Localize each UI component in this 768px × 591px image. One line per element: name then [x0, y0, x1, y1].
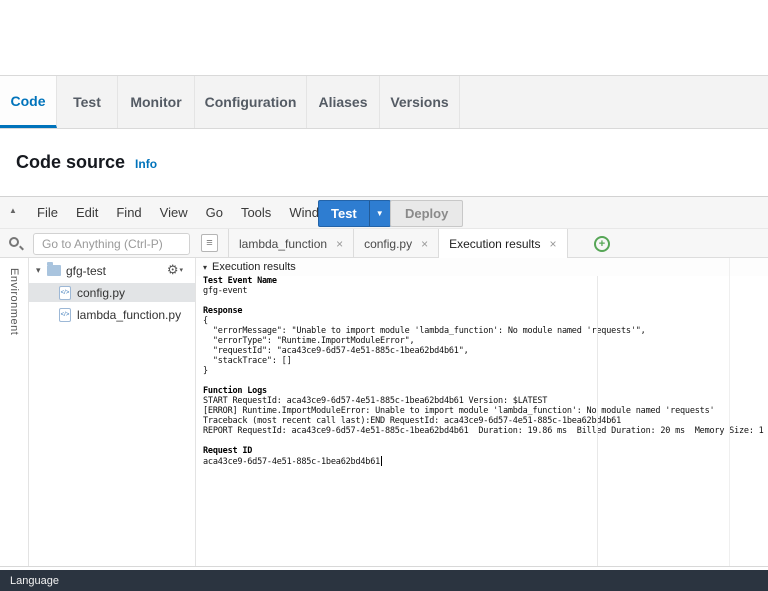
tab-test[interactable]: Test [57, 76, 118, 128]
menu-edit[interactable]: Edit [67, 197, 107, 229]
print-margin-ruler [597, 276, 598, 566]
menu-view[interactable]: View [151, 197, 197, 229]
chevron-down-icon[interactable]: ▾ [36, 265, 47, 276]
tab-monitor[interactable]: Monitor [118, 76, 195, 128]
python-file-icon [59, 307, 71, 322]
language-status-item[interactable]: Language [10, 575, 59, 587]
editor-tab-label: lambda_function [239, 236, 328, 251]
function-tab-bar: Code Test Monitor Configuration Aliases … [0, 75, 768, 129]
chevron-down-icon[interactable]: ▼ [368, 201, 390, 226]
editor-tab-label: config.py [364, 236, 413, 251]
editor-tab-label: Execution results [449, 237, 541, 251]
editor-tab-config-py[interactable]: config.py × [354, 229, 440, 258]
new-tab-icon[interactable]: + [594, 236, 610, 252]
chevron-down-icon: ▾ [203, 262, 208, 272]
file-name: config.py [77, 285, 126, 300]
chevron-down-icon: ▾ [179, 267, 183, 274]
environment-tab-label: Environment [8, 268, 20, 336]
test-event-name-value: gfg-event [203, 286, 248, 296]
close-icon[interactable]: × [336, 237, 343, 251]
search-icon [9, 237, 19, 247]
request-id-label: Request ID [203, 446, 253, 456]
text-cursor [381, 456, 383, 466]
code-source-header: Code source Info [16, 152, 157, 173]
response-line: } [203, 366, 208, 376]
file-name: lambda_function.py [77, 307, 182, 322]
response-label: Response [203, 306, 243, 316]
close-icon[interactable]: × [550, 237, 557, 251]
execution-results-section-header[interactable]: ▾ Execution results [196, 258, 768, 276]
log-line: START RequestId: aca43ce9-6d57-4e51-885c… [203, 396, 548, 406]
log-line: [ERROR] Runtime.ImportModuleError: Unabl… [203, 406, 715, 416]
tree-folder-gfg-test[interactable]: ▾ gfg-test ⚙▾ [29, 261, 195, 280]
menu-items: File Edit Find View Go Tools Window [28, 197, 345, 229]
menu-go[interactable]: Go [197, 197, 232, 229]
log-line: REPORT RequestId: aca43ce9-6d57-4e51-885… [203, 426, 764, 436]
deploy-button[interactable]: Deploy [390, 200, 464, 227]
execution-results-body[interactable]: Test Event Name gfg-event Response { "er… [196, 276, 768, 566]
tab-code[interactable]: Code [0, 76, 57, 128]
environment-tab[interactable]: Environment [0, 262, 28, 342]
test-event-name-label: Test Event Name [203, 276, 277, 286]
tab-versions[interactable]: Versions [380, 76, 460, 128]
page-title: Code source [16, 152, 126, 172]
python-file-icon [59, 285, 71, 300]
response-line: "requestId": "aca43ce9-6d57-4e51-885c-1b… [203, 346, 469, 356]
editor-tab-lambda-function[interactable]: lambda_function × [228, 229, 355, 258]
menu-find[interactable]: Find [107, 197, 150, 229]
file-tree: ▾ gfg-test ⚙▾ config.py lambda_function.… [29, 258, 195, 566]
response-line: "errorMessage": "Unable to import module… [203, 326, 646, 336]
settings-gear-icon[interactable]: ⚙▾ [167, 262, 183, 278]
editor-bottom-divider [0, 566, 768, 567]
close-icon[interactable]: × [421, 237, 428, 251]
tree-file-config-py[interactable]: config.py [29, 283, 195, 302]
status-bar: Language [0, 570, 768, 591]
editor-tab-execution-results[interactable]: Execution results × [439, 229, 568, 259]
info-link[interactable]: Info [135, 157, 157, 171]
folder-icon [47, 262, 61, 276]
folder-name: gfg-test [66, 263, 107, 278]
function-logs-label: Function Logs [203, 386, 267, 396]
collapse-panel-icon[interactable]: ▲ [9, 206, 17, 215]
request-id-value: aca43ce9-6d57-4e51-885c-1bea62bd4b61 [203, 456, 383, 467]
test-button-label: Test [331, 206, 357, 221]
menu-tools[interactable]: Tools [232, 197, 280, 229]
editor-menu-bar: ▲ File Edit Find View Go Tools Window Te… [0, 197, 768, 229]
log-line: Traceback (most recent call last):END Re… [203, 416, 621, 426]
lambda-console: Code Test Monitor Configuration Aliases … [0, 0, 768, 591]
test-button[interactable]: Test ▼ [318, 200, 391, 227]
tab-list-icon[interactable]: ≡ [201, 234, 218, 252]
response-line: "errorType": "Runtime.ImportModuleError"… [203, 336, 415, 346]
editor-tabs: lambda_function × config.py × Execution … [228, 229, 568, 259]
execution-results-title: Execution results [212, 261, 296, 273]
tab-configuration[interactable]: Configuration [195, 76, 307, 128]
quick-open-input[interactable] [33, 233, 190, 255]
menu-file[interactable]: File [28, 197, 67, 229]
tab-aliases[interactable]: Aliases [307, 76, 380, 128]
tree-file-lambda-function-py[interactable]: lambda_function.py [29, 305, 195, 324]
scrollbar-track[interactable] [729, 258, 730, 566]
response-line: { [203, 316, 208, 326]
response-line: "stackTrace": [] [203, 356, 292, 366]
